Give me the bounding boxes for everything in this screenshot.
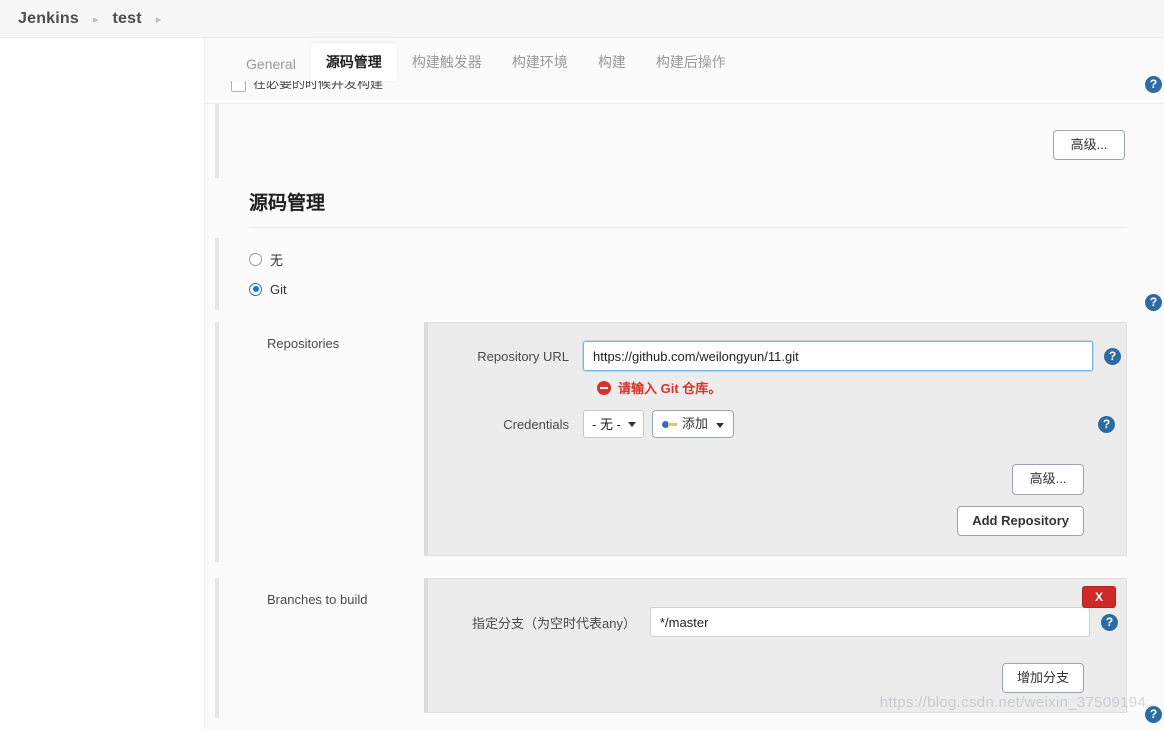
repositories-panel: Repository URL ? 请输入 Git 仓库。 Credentials (424, 322, 1127, 556)
concurrent-build-label: 在必要的时候并发构建 (253, 81, 384, 91)
repositories-accent-bar (215, 322, 219, 562)
credentials-select[interactable]: - 无 - (583, 410, 644, 439)
tab-general[interactable]: General (231, 47, 311, 81)
breadcrumb-item-jenkins[interactable]: Jenkins (12, 10, 85, 28)
repository-advanced-row: 高级... (428, 438, 1126, 495)
add-branch-button[interactable]: 增加分支 (1001, 663, 1084, 694)
tab-source-code-management[interactable]: 源码管理 (310, 43, 397, 81)
delete-branch-button[interactable]: X (1081, 586, 1116, 609)
branches-label: Branches to build (267, 592, 368, 607)
add-repository-row: Add Repository (428, 495, 1126, 536)
scm-option-none[interactable]: 无 (249, 244, 1164, 274)
credentials-row: Credentials - 无 - 添加 ? (428, 397, 1126, 439)
repositories-block: Repositories Repository URL ? 请输入 Git 仓库… (205, 322, 1164, 562)
job-config-area: General 源码管理 构建触发器 构建环境 构建 构建后操作 在必要的时候并… (204, 38, 1164, 729)
branches-block: Branches to build X 指定分支（为空时代表any） ? 增加分… (205, 578, 1164, 718)
branch-specifier-input[interactable] (650, 607, 1090, 637)
breadcrumb-separator-icon: ▸ (93, 14, 99, 26)
concurrent-build-checkbox[interactable] (231, 81, 246, 92)
scm-section: 源码管理 (205, 178, 1164, 228)
page-help-icon-scm[interactable]: ? (1145, 294, 1162, 311)
radio-none-icon[interactable] (249, 252, 262, 266)
general-advanced-button[interactable]: 高级... (1053, 130, 1125, 161)
repository-url-error: 请输入 Git 仓库。 (428, 371, 1126, 397)
page-help-icon-top[interactable]: ? (1145, 76, 1162, 93)
branches-accent-bar (215, 578, 219, 718)
left-gutter (0, 38, 204, 729)
credentials-help-icon[interactable]: ? (1098, 415, 1115, 433)
branch-specifier-label: 指定分支（为空时代表any） (472, 615, 636, 631)
repository-url-input[interactable] (583, 341, 1093, 371)
scm-option-git-label: Git (270, 281, 287, 297)
page-help-icon-browser[interactable]: ? (1145, 706, 1162, 723)
radio-git-icon[interactable] (249, 282, 262, 296)
error-icon (597, 380, 611, 395)
add-credentials-label: 添加 (682, 416, 709, 431)
key-icon (662, 419, 677, 430)
concurrent-build-row: 在必要的时候并发构建 (205, 81, 1164, 104)
tab-build[interactable]: 构建 (583, 43, 641, 81)
config-tab-bar: General 源码管理 构建触发器 构建环境 构建 构建后操作 (231, 43, 741, 81)
repository-url-help-icon[interactable]: ? (1104, 347, 1121, 365)
scm-accent-bar (215, 238, 219, 310)
scm-radio-group: 无 Git (205, 228, 1164, 310)
breadcrumb-item-test[interactable]: test (107, 10, 148, 28)
branch-specifier-row: 指定分支（为空时代表any） ? (428, 579, 1126, 637)
repository-advanced-button[interactable]: 高级... (1012, 464, 1084, 495)
add-credentials-button[interactable]: 添加 (652, 410, 735, 439)
repository-url-label: Repository URL (477, 348, 569, 364)
breadcrumb-separator-icon-2: ▸ (155, 14, 162, 26)
repository-url-row: Repository URL ? (428, 323, 1126, 371)
tab-post-build-actions[interactable]: 构建后操作 (641, 43, 741, 81)
scm-option-git[interactable]: Git (249, 274, 1164, 304)
section-accent-bar (215, 104, 219, 178)
config-form: 在必要的时候并发构建 高级... 源码管理 无 Git Repositories… (205, 81, 1164, 729)
tab-build-triggers[interactable]: 构建触发器 (397, 43, 497, 81)
add-repository-button[interactable]: Add Repository (957, 505, 1084, 536)
chevron-down-icon (716, 422, 725, 428)
breadcrumb: Jenkins ▸ test ▸ (0, 0, 1164, 38)
repository-url-error-text: 请输入 Git 仓库。 (618, 381, 722, 396)
branches-panel: X 指定分支（为空时代表any） ? 增加分支 (424, 578, 1127, 713)
branch-specifier-help-icon[interactable]: ? (1101, 613, 1118, 631)
add-branch-row: 增加分支 (428, 637, 1126, 694)
page-body: General 源码管理 构建触发器 构建环境 构建 构建后操作 在必要的时候并… (0, 38, 1164, 729)
repositories-label: Repositories (267, 336, 340, 351)
scm-option-none-label: 无 (270, 252, 284, 268)
scm-section-title: 源码管理 (249, 178, 1127, 228)
credentials-label: Credentials (503, 416, 569, 432)
tab-build-environment[interactable]: 构建环境 (497, 43, 583, 81)
general-advanced-row: 高级... (205, 104, 1164, 178)
credentials-select-wrap[interactable]: - 无 - (583, 410, 644, 439)
